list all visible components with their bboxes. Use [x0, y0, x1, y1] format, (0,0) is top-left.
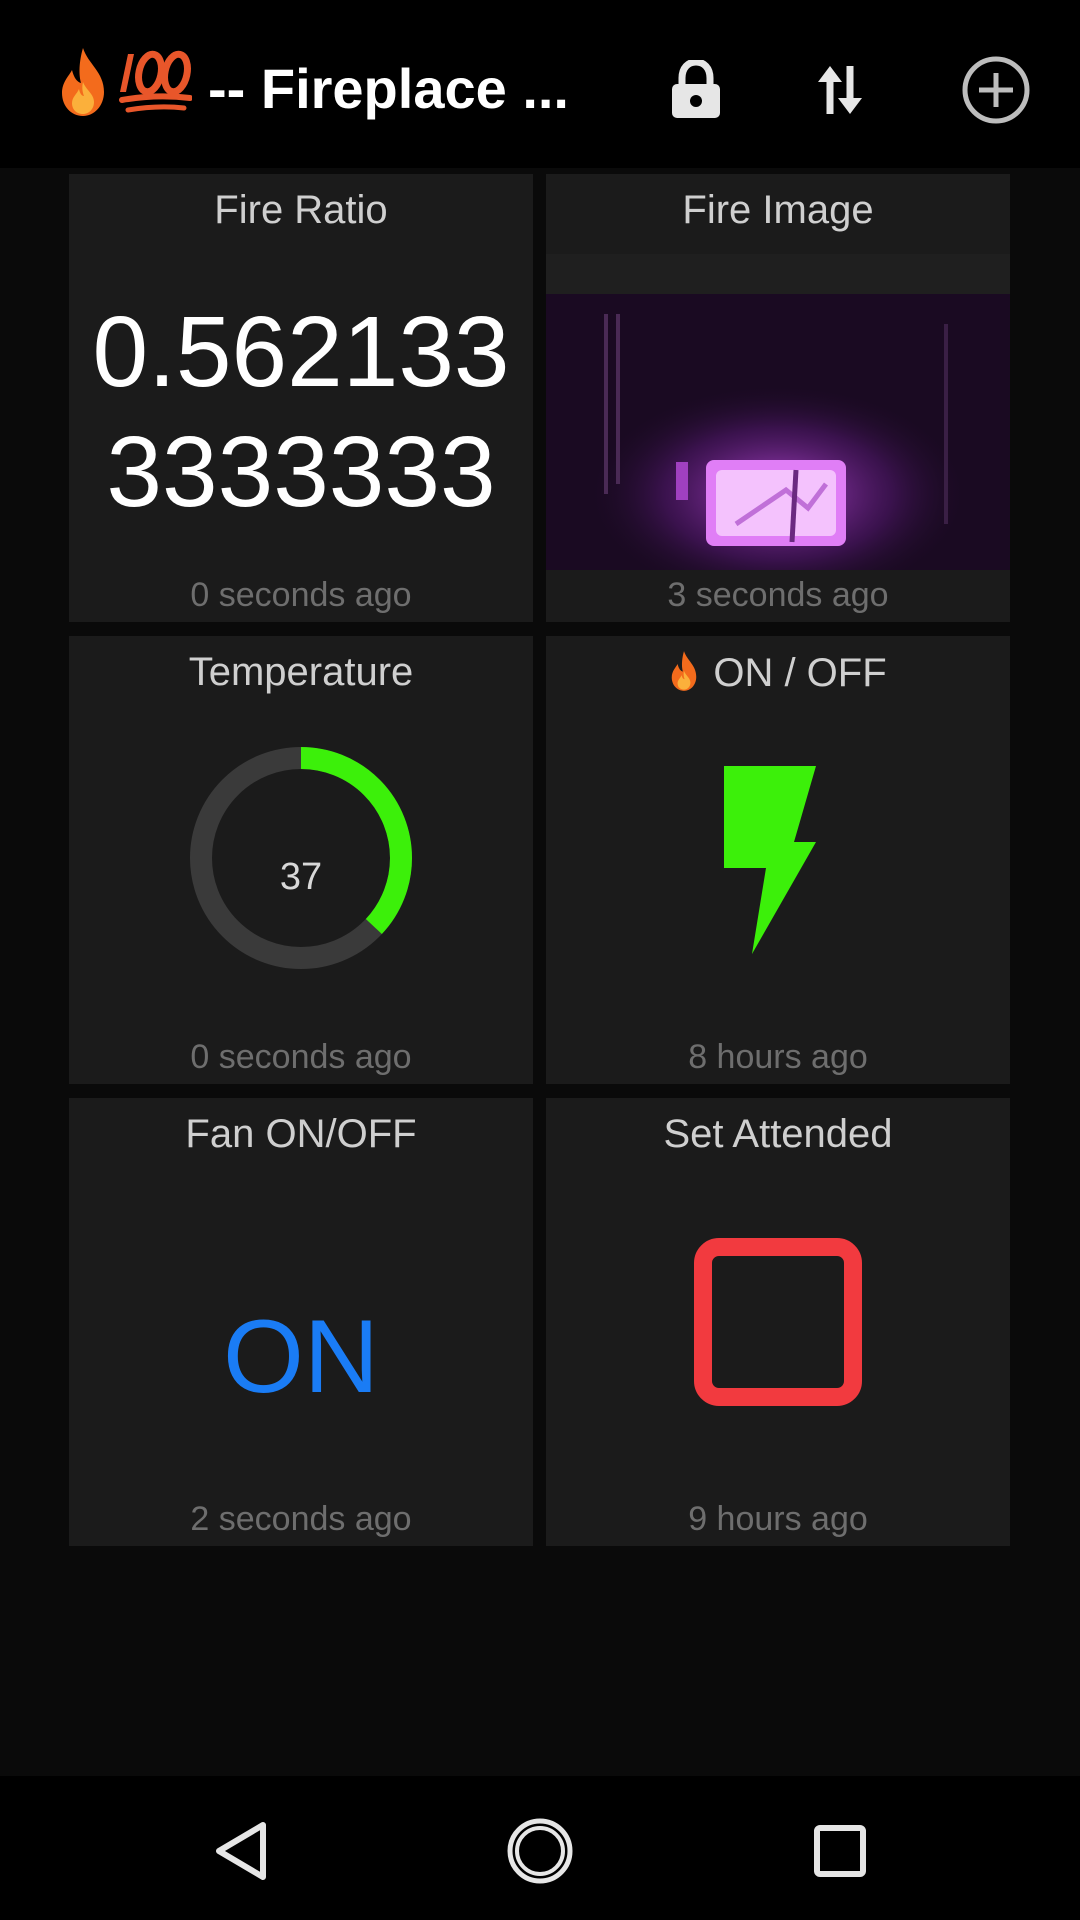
app-bar: -- Fireplace ... — [0, 0, 1080, 168]
checkbox-empty-icon — [694, 1238, 862, 1406]
fire-image-header-strip — [546, 254, 1010, 294]
attended-updated: 9 hours ago — [688, 1500, 868, 1538]
attended-tile[interactable]: Set Attended 9 hours ago — [546, 1098, 1010, 1546]
fire-emoji-icon — [58, 46, 108, 131]
temperature-value: 37 — [279, 856, 323, 898]
fire-image-tile[interactable]: Fire Image 3 seconds ago — [546, 174, 1010, 622]
fire-image-title: Fire Image — [682, 188, 874, 232]
fan-state-button[interactable]: ON — [69, 1298, 533, 1417]
fan-tile[interactable]: Fan ON/OFF ON 2 seconds ago — [69, 1098, 533, 1546]
home-circle-icon — [507, 1818, 573, 1884]
temperature-updated: 0 seconds ago — [190, 1038, 412, 1076]
sync-button[interactable] — [790, 40, 890, 140]
back-triangle-icon — [216, 1822, 266, 1880]
recents-button[interactable] — [785, 1796, 895, 1906]
lock-button[interactable] — [646, 40, 746, 140]
fire-power-updated: 8 hours ago — [688, 1038, 868, 1076]
attended-title: Set Attended — [663, 1112, 893, 1156]
system-nav-bar — [0, 1776, 1080, 1920]
fan-updated: 2 seconds ago — [190, 1500, 412, 1538]
fire-ratio-tile[interactable]: Fire Ratio 0.5621333333333 0 seconds ago — [69, 174, 533, 622]
recents-square-icon — [814, 1825, 866, 1877]
lightning-bolt-icon — [724, 766, 816, 954]
add-circle-icon — [962, 56, 1030, 124]
fire-camera-image — [546, 294, 1010, 570]
home-button[interactable] — [485, 1796, 595, 1906]
hundred-points-emoji-icon — [118, 50, 193, 127]
fire-ratio-value: 0.5621333333333 — [92, 296, 510, 528]
fire-ratio-title: Fire Ratio — [214, 188, 388, 232]
add-button[interactable] — [946, 40, 1046, 140]
swap-vertical-icon — [818, 66, 862, 114]
dashboard-title-text: -- Fireplace ... — [208, 56, 569, 120]
lock-icon — [672, 60, 720, 118]
fan-title: Fan ON/OFF — [185, 1112, 417, 1156]
fire-image-updated: 3 seconds ago — [667, 576, 889, 614]
power-toggle[interactable] — [722, 766, 818, 959]
temperature-title: Temperature — [188, 650, 414, 694]
fire-ratio-updated: 0 seconds ago — [190, 576, 412, 614]
fire-power-title-text: ON / OFF — [713, 651, 887, 695]
dashboard-title: -- Fireplace ... — [58, 46, 569, 131]
fire-emoji-icon — [672, 651, 697, 691]
temperature-tile[interactable]: Temperature 37 0 seconds ago — [69, 636, 533, 1084]
fire-power-tile[interactable]: ON / OFF 8 hours ago — [546, 636, 1010, 1084]
fire-power-title: ON / OFF — [546, 650, 1010, 696]
attended-checkbox[interactable] — [694, 1238, 862, 1406]
back-button[interactable] — [186, 1796, 296, 1906]
